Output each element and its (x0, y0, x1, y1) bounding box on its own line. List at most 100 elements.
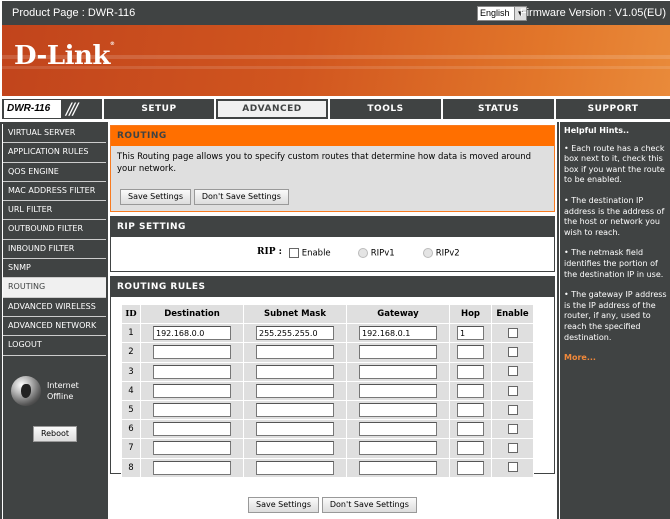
hop-input[interactable] (457, 441, 484, 456)
subnet-mask-input[interactable] (256, 422, 334, 437)
enable-cell (492, 362, 533, 381)
destination-input[interactable] (153, 441, 231, 456)
rip-enable-checkbox[interactable] (289, 248, 299, 258)
sidebar-item-inbound-filter[interactable]: INBOUND FILTER (3, 239, 106, 260)
route-enable-checkbox[interactable] (507, 443, 518, 454)
gateway-input[interactable] (359, 422, 437, 437)
tab-setup[interactable]: SETUP (104, 99, 214, 119)
route-enable-checkbox[interactable] (507, 462, 518, 473)
subnet-mask-input[interactable] (256, 364, 334, 379)
ripv1-option: RIPv1 (358, 248, 395, 259)
route-enable-checkbox[interactable] (507, 423, 518, 434)
hop-cell (450, 439, 491, 458)
destination-input[interactable] (153, 345, 231, 360)
sidebar-item-logout[interactable]: LOGOUT (3, 336, 106, 356)
route-enable-checkbox[interactable] (507, 347, 518, 358)
row-id: 7 (122, 439, 140, 458)
globe-continent (21, 384, 31, 398)
enable-cell (492, 400, 533, 420)
sidebar-item-advanced-network[interactable]: ADVANCED NETWORK (3, 316, 106, 337)
ripv1-radio[interactable] (358, 248, 368, 258)
column-header-enable: Enable (492, 305, 533, 324)
gateway-input[interactable] (359, 383, 437, 398)
rip-enable-label: Enable (301, 248, 331, 259)
hop-input[interactable] (457, 383, 484, 398)
routing-section: ROUTING This Routing page allows you to … (110, 125, 555, 212)
subnet-mask-input[interactable] (256, 403, 334, 418)
sidebar-item-routing[interactable]: ROUTING (3, 278, 106, 298)
hop-input[interactable] (457, 345, 484, 360)
destination-input[interactable] (153, 364, 231, 379)
route-enable-checkbox[interactable] (507, 366, 518, 377)
sidebar-item-advanced-wireless[interactable]: ADVANCED WIRELESS (3, 297, 106, 317)
destination-input[interactable] (153, 422, 231, 437)
gateway-input[interactable] (359, 403, 437, 418)
hop-input[interactable] (457, 364, 484, 379)
hints-more-link[interactable]: More... (564, 353, 667, 364)
hop-input[interactable] (457, 460, 484, 475)
gateway-input[interactable] (359, 326, 437, 341)
subnet-mask-input[interactable] (256, 383, 334, 398)
hop-input[interactable] (457, 403, 484, 418)
sidebar-item-application-rules[interactable]: APPLICATION RULES (3, 143, 106, 163)
tab-status[interactable]: STATUS (443, 99, 554, 119)
subnet-mask-cell (244, 343, 346, 362)
hop-cell (450, 324, 491, 343)
hop-input[interactable] (457, 422, 484, 437)
hop-cell (450, 381, 491, 400)
route-enable-checkbox[interactable] (507, 404, 518, 415)
gateway-input[interactable] (359, 441, 437, 456)
enable-cell (492, 458, 533, 477)
save-settings-button[interactable]: Save Settings (120, 189, 191, 205)
subnet-mask-cell (244, 362, 346, 381)
destination-input[interactable] (153, 326, 231, 341)
hint-item: • The destination IP address is the addr… (564, 195, 665, 237)
tab-advanced[interactable]: ADVANCED (216, 99, 328, 119)
sidebar-item-outbound-filter[interactable]: OUTBOUND FILTER (3, 220, 106, 240)
table-row: 7 (122, 439, 533, 458)
gateway-input[interactable] (359, 364, 437, 379)
row-id: 6 (122, 420, 140, 439)
language-select-value: English (480, 8, 510, 18)
table-row: 8 (122, 458, 533, 477)
gateway-cell (347, 343, 449, 362)
route-enable-checkbox[interactable] (507, 328, 518, 339)
gateway-input[interactable] (359, 345, 437, 360)
sidebar-item-mac-address-filter[interactable]: MAC ADDRESS FILTER (3, 181, 106, 202)
hint-item: • The netmask field identifies the porti… (564, 248, 664, 279)
hop-input[interactable] (457, 326, 484, 341)
sidebar-item-virtual-server[interactable]: VIRTUAL SERVER (3, 124, 106, 144)
hint-item: • Each route has a check box next to it,… (564, 143, 665, 185)
destination-cell (141, 343, 243, 362)
ripv2-radio[interactable] (423, 248, 433, 258)
table-row: 6 (122, 420, 533, 439)
tab-tools[interactable]: TOOLS (330, 99, 441, 119)
dont-save-settings-button[interactable]: Don't Save Settings (193, 189, 289, 205)
rip-row: RIP : Enable RIPv1 RIPv2 (111, 237, 554, 273)
subnet-mask-cell (244, 420, 346, 439)
subnet-mask-input[interactable] (256, 441, 334, 456)
sidebar-item-url-filter[interactable]: URL FILTER (3, 201, 106, 221)
model-badge: DWR-116 /// (2, 99, 102, 119)
gateway-input[interactable] (359, 460, 437, 475)
sidebar-item-snmp[interactable]: SNMP (3, 259, 106, 279)
tab-support[interactable]: SUPPORT (556, 99, 670, 119)
save-settings-button-bottom[interactable]: Save Settings (248, 497, 319, 513)
route-enable-checkbox[interactable] (507, 385, 518, 396)
routing-rules-body: 12345678 (122, 324, 533, 477)
rip-label: RIP : (257, 247, 282, 257)
subnet-mask-cell (244, 324, 346, 343)
sidebar-item-qos-engine[interactable]: QOS ENGINE (3, 162, 106, 182)
destination-input[interactable] (153, 460, 231, 475)
slashes-decoration: /// (66, 99, 78, 118)
subnet-mask-input[interactable] (256, 345, 334, 360)
reboot-button[interactable]: Reboot (33, 426, 77, 442)
destination-input[interactable] (153, 383, 231, 398)
destination-cell (141, 458, 243, 477)
subnet-mask-input[interactable] (256, 326, 334, 341)
dont-save-settings-button-bottom[interactable]: Don't Save Settings (321, 497, 417, 513)
destination-input[interactable] (153, 403, 231, 418)
row-id: 3 (122, 362, 140, 381)
hop-cell (450, 362, 491, 381)
subnet-mask-input[interactable] (256, 460, 334, 475)
